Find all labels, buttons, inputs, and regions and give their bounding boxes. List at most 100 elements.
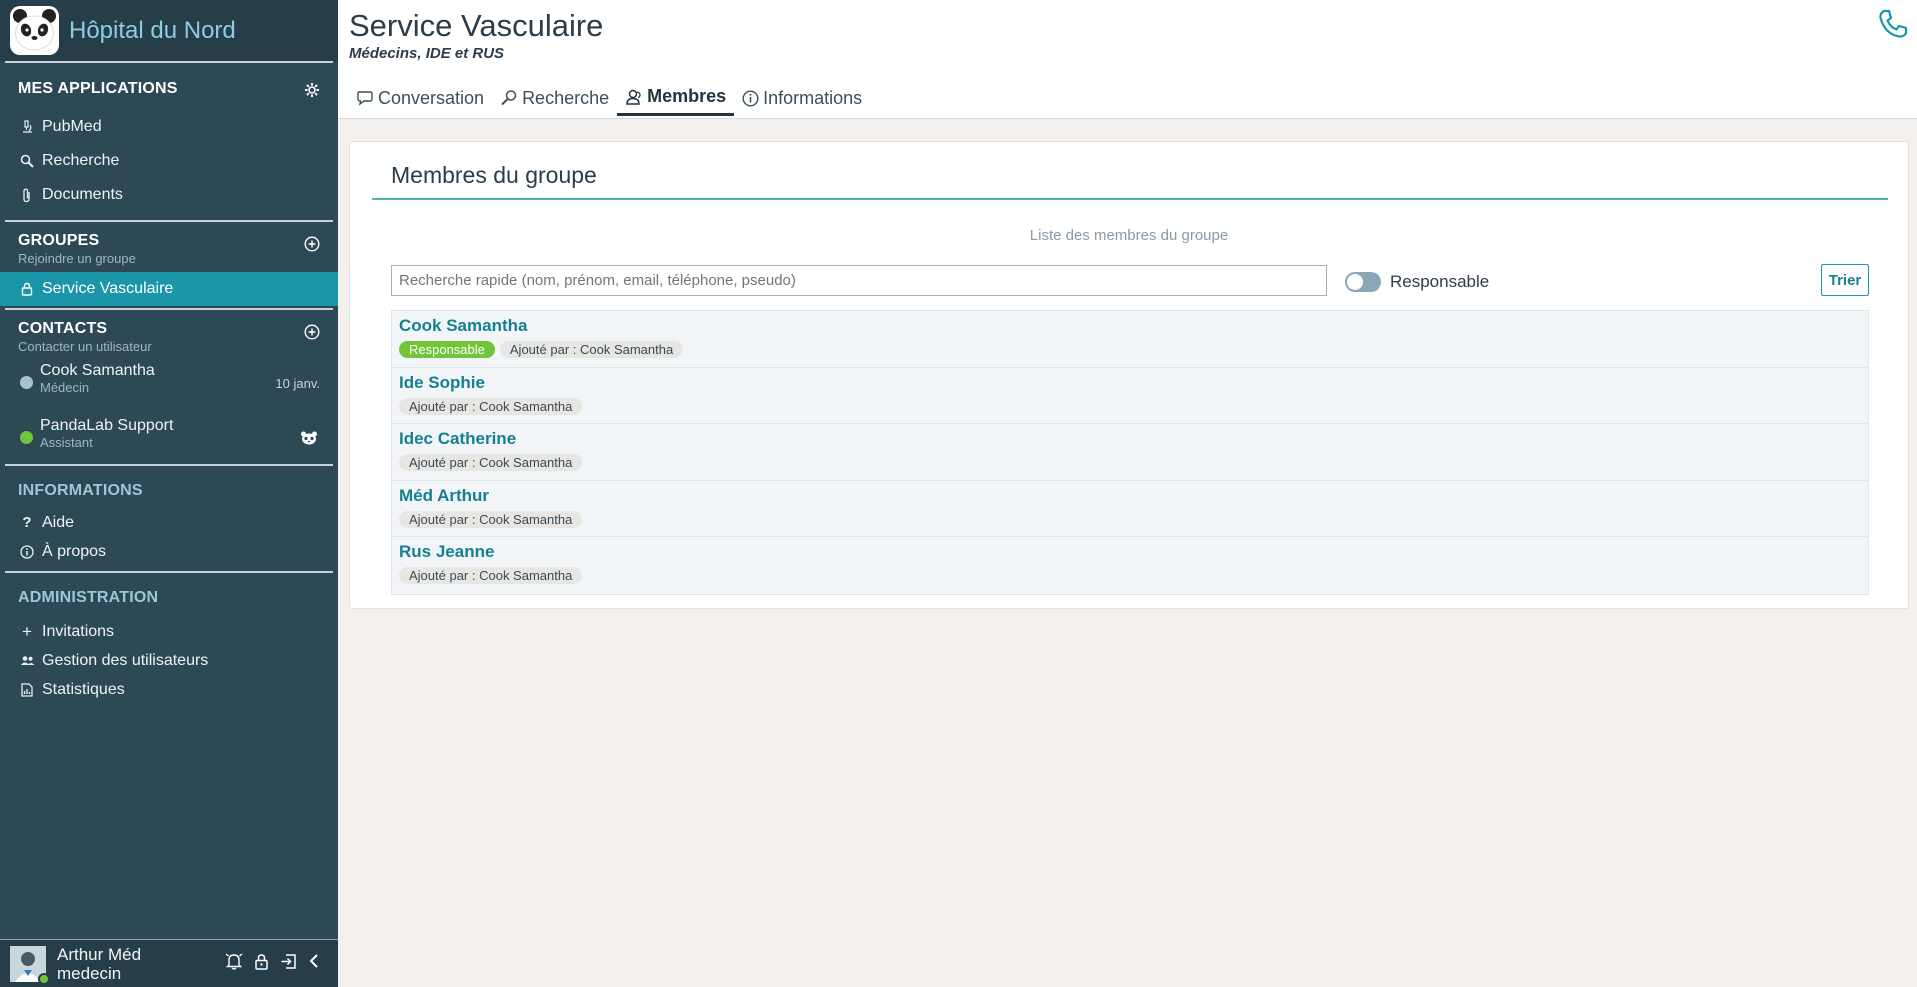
page-subtitle: Médecins, IDE et RUS <box>349 45 505 62</box>
join-group-link[interactable]: Rejoindre un groupe <box>18 251 320 266</box>
members-icon <box>625 89 643 105</box>
member-name[interactable]: Méd Arthur <box>399 486 1861 508</box>
panda-icon <box>300 431 318 450</box>
groups-section-title: GROUPES <box>18 232 100 249</box>
toggle-label: Responsable <box>1390 272 1490 291</box>
title-divider <box>372 198 1888 200</box>
groups-section-header: GROUPES Rejoindre un groupe <box>0 232 338 266</box>
header: Service Vasculaire Médecins, IDE et RUS … <box>338 0 1917 119</box>
logout-icon[interactable] <box>280 953 297 975</box>
member-name[interactable]: Cook Samantha <box>399 316 1861 338</box>
paperclip-icon <box>19 187 35 203</box>
tab-informations[interactable]: Informations <box>734 80 870 116</box>
tab-label: Recherche <box>522 87 610 108</box>
tab-bar: Conversation Recherche Membres Informati… <box>348 80 870 118</box>
page-title: Service Vasculaire <box>349 8 604 43</box>
panel-title: Membres du groupe <box>391 162 597 188</box>
brand[interactable]: Hôpital du Nord <box>0 0 338 61</box>
list-item[interactable]: Idec Catherine Ajouté par : Cook Samanth… <box>392 424 1868 481</box>
panda-logo-icon <box>10 6 59 55</box>
contact-role: Assistant <box>40 435 93 450</box>
app-title: Hôpital du Nord <box>69 16 236 44</box>
sidebar-item-label: Invitations <box>42 622 115 640</box>
sort-button[interactable]: Trier <box>1821 264 1869 296</box>
list-item[interactable]: Méd Arthur Ajouté par : Cook Samantha <box>392 480 1868 537</box>
responsable-badge: Responsable <box>399 341 495 358</box>
users-icon <box>19 653 35 669</box>
sidebar-item-invitations[interactable]: + Invitations <box>0 617 338 646</box>
sidebar: Hôpital du Nord MES APPLICATIONS PubMed … <box>0 0 338 987</box>
collapse-chevron-icon[interactable] <box>308 953 320 974</box>
search-icon <box>500 89 518 107</box>
added-by-badge: Ajouté par : Cook Samantha <box>499 341 684 358</box>
info-icon <box>19 544 35 560</box>
sidebar-item-label: Documents <box>42 186 123 203</box>
sidebar-item-aide[interactable]: ? Aide <box>0 508 338 537</box>
contacts-section-title: CONTACTS <box>18 320 108 337</box>
contact-pandalab-support[interactable]: PandaLab Support Assistant <box>0 409 338 464</box>
contact-date: 10 janv. <box>275 376 320 391</box>
bell-off-icon[interactable] <box>225 952 243 975</box>
question-icon: ? <box>22 514 32 531</box>
tab-conversation[interactable]: Conversation <box>348 80 492 116</box>
tab-label: Conversation <box>378 87 485 108</box>
sidebar-item-label: Gestion des utilisateurs <box>42 651 209 669</box>
sidebar-item-label: Aide <box>42 513 75 531</box>
added-by-badge: Ajouté par : Cook Samantha <box>399 510 583 528</box>
responsable-filter[interactable]: Responsable <box>1345 272 1489 292</box>
admin-section-header: ADMINISTRATION <box>0 589 338 607</box>
tab-recherche[interactable]: Recherche <box>492 80 617 116</box>
sidebar-item-recherche[interactable]: Recherche <box>0 144 338 178</box>
sidebar-item-documents[interactable]: Documents <box>0 178 338 212</box>
apps-section-title: MES APPLICATIONS <box>18 80 178 97</box>
gear-icon[interactable] <box>304 82 320 103</box>
added-by-badge: Ajouté par : Cook Samantha <box>399 397 583 415</box>
sidebar-item-pubmed[interactable]: PubMed <box>0 110 338 144</box>
sidebar-item-statistiques[interactable]: Statistiques <box>0 675 338 704</box>
search-input[interactable] <box>391 265 1327 296</box>
member-name[interactable]: Ide Sophie <box>399 373 1861 395</box>
sidebar-item-gestion-utilisateurs[interactable]: Gestion des utilisateurs <box>0 646 338 675</box>
chat-icon <box>356 90 374 106</box>
info-section-title: INFORMATIONS <box>18 482 143 499</box>
contact-name: PandaLab Support <box>40 417 174 434</box>
sidebar-item-label: Recherche <box>42 152 120 169</box>
member-name[interactable]: Idec Catherine <box>399 429 1861 451</box>
add-contact-icon[interactable] <box>304 324 320 345</box>
tab-label: Membres <box>647 86 727 106</box>
info-section-header: INFORMATIONS <box>0 482 338 500</box>
added-by-badge: Ajouté par : Cook Samantha <box>399 567 583 584</box>
status-dot <box>38 972 50 985</box>
apps-section-header: MES APPLICATIONS <box>0 80 338 98</box>
member-name[interactable]: Rus Jeanne <box>399 542 1861 564</box>
contacts-section-header: CONTACTS Contacter un utilisateur <box>0 320 338 354</box>
tab-membres[interactable]: Membres <box>617 80 735 116</box>
lock-icon[interactable] <box>254 953 269 975</box>
sidebar-item-a-propos[interactable]: À propos <box>0 537 338 566</box>
sidebar-item-service-vasculaire[interactable]: Service Vasculaire <box>0 272 338 306</box>
contact-cook-samantha[interactable]: Cook Samantha Médecin 10 janv. <box>0 354 338 409</box>
sidebar-item-label: PubMed <box>42 118 102 135</box>
responsable-toggle[interactable] <box>1345 272 1381 292</box>
list-item[interactable]: Cook Samantha Responsable Ajouté par : C… <box>392 311 1868 368</box>
plus-icon: + <box>22 621 32 641</box>
microscope-icon <box>19 119 35 135</box>
members-list: Cook Samantha Responsable Ajouté par : C… <box>391 310 1869 595</box>
members-panel: Membres du groupe Liste des membres du g… <box>349 141 1909 609</box>
contact-user-link[interactable]: Contacter un utilisateur <box>18 339 320 354</box>
status-dot <box>20 431 33 444</box>
sidebar-item-label: Statistiques <box>42 680 125 698</box>
added-by-badge: Ajouté par : Cook Samantha <box>399 454 583 471</box>
lock-icon <box>19 281 35 297</box>
report-icon <box>19 682 35 698</box>
add-group-icon[interactable] <box>304 236 320 257</box>
avatar[interactable] <box>10 945 50 985</box>
sidebar-item-label: À propos <box>42 542 107 560</box>
list-item[interactable]: Ide Sophie Ajouté par : Cook Samantha <box>392 367 1868 424</box>
list-item[interactable]: Rus Jeanne Ajouté par : Cook Samantha <box>392 537 1868 594</box>
phone-icon[interactable] <box>1877 8 1909 45</box>
info-icon <box>742 89 759 107</box>
list-caption: Liste des membres du groupe <box>1029 227 1229 244</box>
user-footer: Arthur Méd medecin <box>0 939 338 987</box>
user-name: Arthur Méd <box>57 944 142 964</box>
